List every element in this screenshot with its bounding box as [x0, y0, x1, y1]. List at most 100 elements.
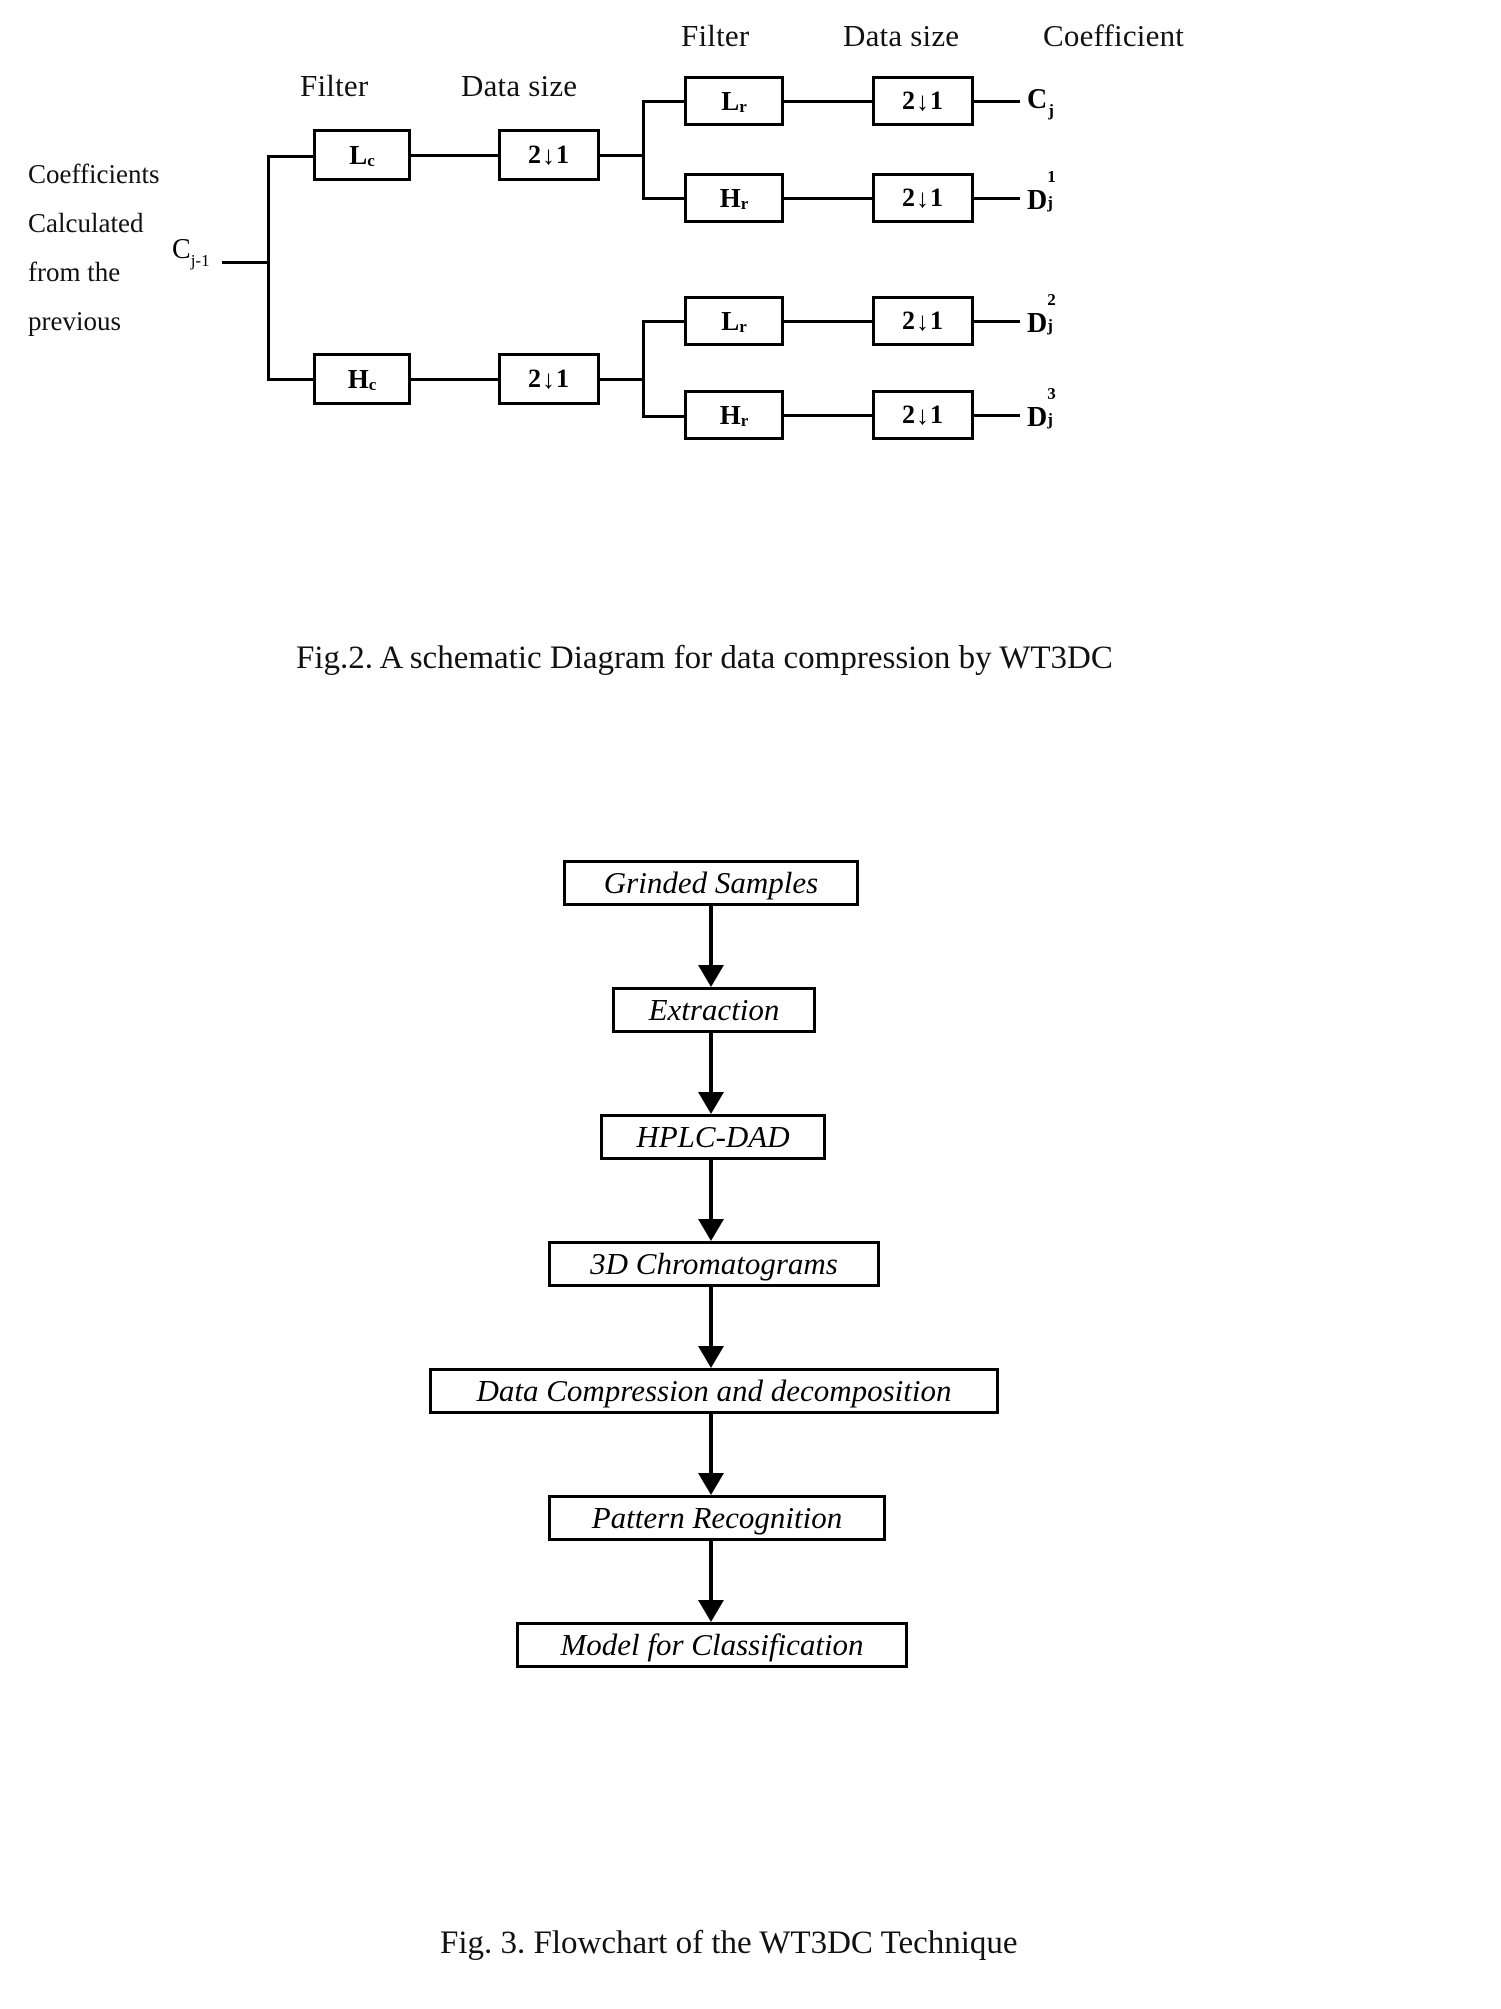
down-arrow-icon: ↓ — [916, 87, 930, 116]
filter-box-hc-subscript: c — [368, 375, 377, 394]
downsample-box-bottom-stage1: 2 ↓ 1 — [498, 353, 600, 405]
figure-3-flowchart: Grinded Samples Extraction HPLC-DAD 3D C… — [0, 800, 1501, 2009]
downsample-box-top-stage1: 2 ↓ 1 — [498, 129, 600, 181]
wire-split2-to-lr — [642, 100, 686, 103]
flowchart-step-extraction: Extraction — [612, 987, 816, 1033]
column-header-datasize-stage2: Data size — [843, 18, 960, 53]
wire-split2-vertical — [642, 100, 645, 200]
downsample-left-3: 2 — [902, 183, 916, 212]
downsample-left-6: 2 — [902, 400, 916, 429]
wire-input-to-split — [222, 261, 270, 264]
column-header-filter-stage2: Filter — [681, 18, 750, 53]
output-dj3-superscript: 3 — [1047, 384, 1056, 403]
output-dj3-base: D — [1027, 402, 1048, 433]
downsample-right-1: 1 — [556, 140, 570, 169]
downsample-right-2: 1 — [930, 86, 944, 115]
flowchart-arrow-4-icon — [698, 1287, 724, 1368]
down-arrow-icon: ↓ — [916, 401, 930, 430]
filter-box-lc-base: L — [349, 139, 368, 170]
flowchart-arrow-1-icon — [698, 906, 724, 987]
wire-split2-to-hr — [642, 197, 686, 200]
downsample-left-4: 2 — [528, 364, 542, 393]
downsample-right-6: 1 — [930, 400, 944, 429]
figure-2-caption: Fig.2. A schematic Diagram for data comp… — [296, 640, 1113, 676]
input-coefficient-base: C — [172, 234, 191, 265]
output-dj2-indices: 2j — [1047, 290, 1059, 335]
filter-box-hr-top: Hr — [684, 173, 784, 223]
filter-box-lr-bottom-subscript: r — [739, 317, 747, 336]
input-description-line-1: Coefficients — [28, 159, 160, 189]
downsample-box-cj: 2 ↓ 1 — [872, 76, 974, 126]
wire-split-to-hc — [267, 378, 315, 381]
wire-hr-bottom-to-down — [784, 414, 874, 417]
flowchart-arrow-5-icon — [698, 1414, 724, 1495]
column-header-coefficient: Coefficient — [1043, 18, 1185, 53]
output-dj3-indices: 3j — [1047, 384, 1059, 429]
wire-split3-vertical — [642, 320, 645, 418]
filter-box-hc: Hc — [313, 353, 411, 405]
flowchart-arrow-3-icon — [698, 1160, 724, 1241]
downsample-box-dj2: 2 ↓ 1 — [872, 296, 974, 346]
downsample-right-5: 1 — [930, 306, 944, 335]
output-coefficient-dj2: D2j — [1027, 290, 1059, 340]
output-cj-subscript: j — [1048, 101, 1054, 120]
down-arrow-icon: ↓ — [542, 141, 556, 170]
flowchart-step-hplc-dad: HPLC-DAD — [600, 1114, 826, 1160]
filter-box-hr-top-base: H — [719, 182, 741, 213]
wire-down-to-dj1 — [974, 197, 1020, 200]
flowchart-arrow-6-icon — [698, 1541, 724, 1622]
input-description-line-3: from the — [28, 257, 121, 287]
filter-box-hc-base: H — [347, 363, 369, 394]
wire-split-to-lc — [267, 155, 315, 158]
wire-split-vertical — [267, 155, 270, 381]
figure-3-caption: Fig. 3. Flowchart of the WT3DC Technique — [440, 1925, 1018, 1961]
wire-down-to-cj — [974, 100, 1020, 103]
flowchart-step-grinded-samples: Grinded Samples — [563, 860, 859, 906]
output-dj1-subscript: j — [1047, 193, 1053, 212]
wire-hr-top-to-down — [784, 197, 874, 200]
filter-box-hr-top-subscript: r — [740, 194, 749, 213]
down-arrow-icon: ↓ — [916, 184, 930, 213]
wire-hc-to-down2 — [411, 378, 498, 381]
wire-lc-to-down1 — [411, 154, 498, 157]
downsample-right-4: 1 — [556, 364, 570, 393]
filter-box-lr-bottom-base: L — [721, 305, 740, 336]
input-coefficient-subscript: j-1 — [190, 251, 210, 270]
wire-down1-to-split2 — [600, 154, 645, 157]
wire-down-to-dj2 — [974, 320, 1020, 323]
downsample-right-3: 1 — [930, 183, 944, 212]
wire-lr-top-to-down — [784, 100, 874, 103]
flowchart-step-pattern-recognition: Pattern Recognition — [548, 1495, 886, 1541]
input-description-line-2: Calculated — [28, 208, 144, 238]
filter-box-hr-bottom-base: H — [719, 399, 741, 430]
downsample-left-5: 2 — [902, 306, 916, 335]
filter-box-lr-bottom: Lr — [684, 296, 784, 346]
output-dj2-superscript: 2 — [1047, 290, 1056, 309]
filter-box-hr-bottom: Hr — [684, 390, 784, 440]
flowchart-arrow-2-icon — [698, 1033, 724, 1114]
downsample-left-1: 2 — [528, 140, 542, 169]
input-coefficient-label: Cj-1 — [172, 234, 210, 270]
output-coefficient-dj1: D1j — [1027, 167, 1059, 217]
wire-split3-to-hr — [642, 415, 686, 418]
wire-down-to-dj3 — [974, 414, 1020, 417]
flowchart-step-model-classification: Model for Classification — [516, 1622, 908, 1668]
filter-box-lr-top: Lr — [684, 76, 784, 126]
figure-2-schematic-diagram: Filter Data size Filter Data size Coeffi… — [0, 0, 1501, 700]
output-dj1-superscript: 1 — [1047, 167, 1056, 186]
output-dj2-base: D — [1027, 308, 1048, 339]
filter-box-lc-subscript: c — [367, 151, 375, 170]
downsample-box-dj3: 2 ↓ 1 — [872, 390, 974, 440]
output-coefficient-cj: Cj — [1027, 84, 1054, 120]
output-dj1-indices: 1j — [1047, 167, 1059, 212]
output-coefficient-dj3: D3j — [1027, 384, 1059, 434]
output-dj2-subscript: j — [1047, 316, 1053, 335]
wire-lr-bottom-to-down — [784, 320, 874, 323]
column-header-datasize-stage1: Data size — [461, 68, 578, 103]
filter-box-lr-top-base: L — [721, 85, 740, 116]
filter-box-lc: Lc — [313, 129, 411, 181]
flowchart-step-3d-chromatograms: 3D Chromatograms — [548, 1241, 880, 1287]
downsample-left-2: 2 — [902, 86, 916, 115]
output-cj-base: C — [1027, 84, 1048, 115]
flowchart-step-data-compression: Data Compression and decomposition — [429, 1368, 999, 1414]
